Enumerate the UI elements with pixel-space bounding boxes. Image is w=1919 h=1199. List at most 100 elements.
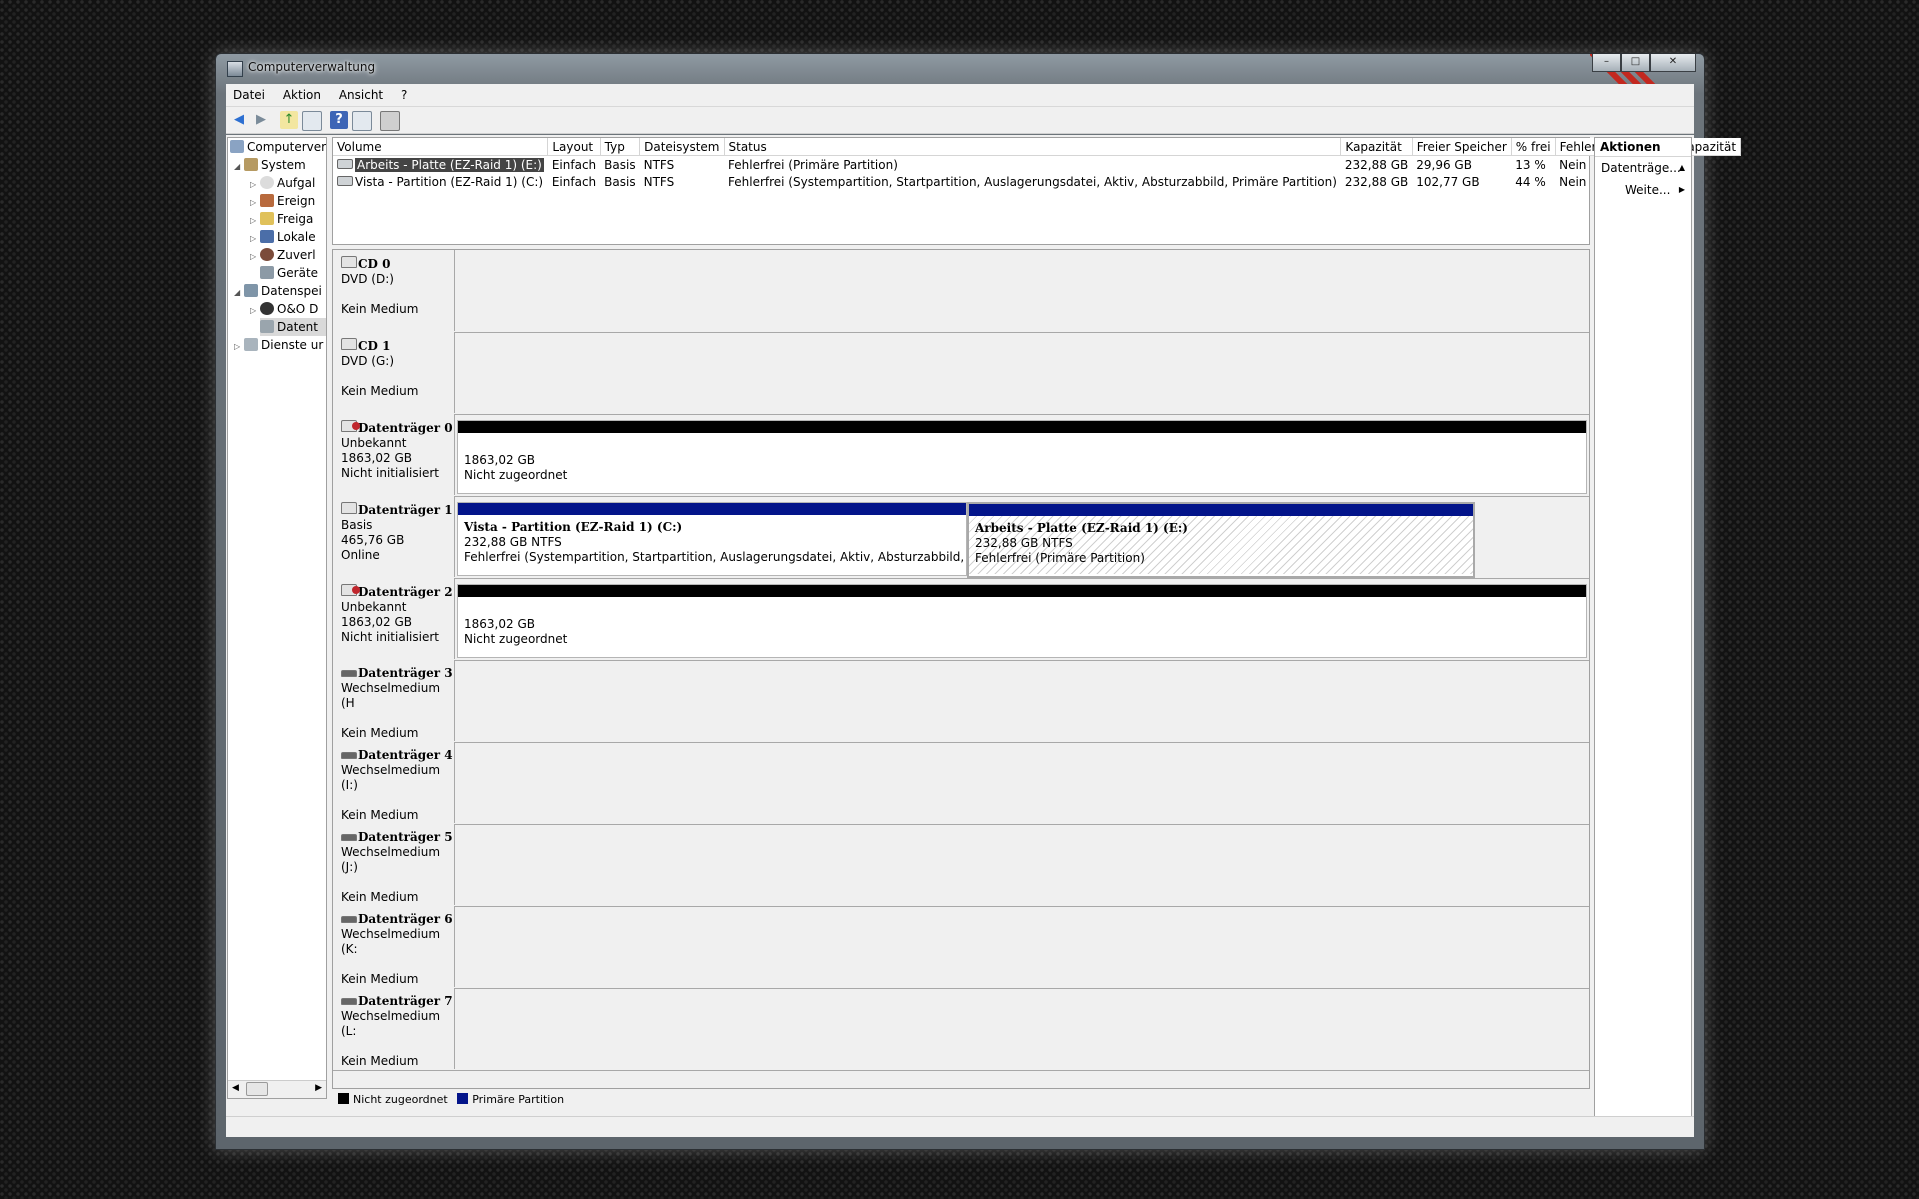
- column-header-dateisystem[interactable]: Dateisystem: [639, 138, 725, 156]
- actions-header: Aktionen: [1595, 138, 1691, 157]
- volume-list: Volume Layout Typ Dateisystem Status Kap…: [332, 137, 1742, 245]
- removable-drive-icon: [341, 916, 357, 923]
- column-header-kapazitaet[interactable]: Kapazität: [1340, 138, 1413, 156]
- column-header-layout[interactable]: Layout: [547, 138, 601, 156]
- reliability-icon: [260, 248, 274, 261]
- action-weitere-aktionen[interactable]: Weite... ▶: [1595, 179, 1691, 201]
- help-icon[interactable]: ?: [330, 111, 348, 129]
- disk-row-datentraeger-6[interactable]: Datenträger 6 Wechselmedium (K: Kein Med…: [333, 906, 1589, 989]
- collapsed-triangle-icon[interactable]: ▷: [250, 302, 260, 320]
- column-header-prozent-frei[interactable]: % frei: [1511, 138, 1556, 156]
- tree-item-dienste[interactable]: ▷ Dienste ur: [234, 336, 323, 354]
- title-bar[interactable]: Computerverwaltung – □ ✕: [216, 54, 1704, 84]
- menu-ansicht[interactable]: Ansicht: [332, 84, 390, 106]
- cd-drive-icon: [341, 256, 357, 268]
- computer-management-icon: [227, 61, 243, 77]
- shared-folders-icon: [260, 212, 274, 225]
- column-header-typ[interactable]: Typ: [600, 138, 641, 156]
- maximize-button[interactable]: □: [1621, 54, 1650, 72]
- drive-icon: [337, 158, 353, 169]
- column-header-status[interactable]: Status: [724, 138, 1342, 156]
- tree-item-ereignisanzeige[interactable]: ▷ Ereign: [250, 192, 315, 210]
- tree-item-lokale-benutzer[interactable]: ▷ Lokale: [250, 228, 316, 246]
- actions-pane: Aktionen Datenträge... ▲ Weite... ▶: [1594, 137, 1692, 1117]
- menu-bar: Datei Aktion Ansicht ?: [226, 84, 1694, 107]
- tree-horizontal-scrollbar[interactable]: ◀ ▶: [228, 1080, 326, 1098]
- expanded-triangle-icon[interactable]: ◢: [234, 158, 244, 176]
- menu-aktion[interactable]: Aktion: [276, 84, 328, 106]
- properties-icon[interactable]: [380, 111, 400, 131]
- tree-item-freigegebene-ordner[interactable]: ▷ Freiga: [250, 210, 313, 228]
- disk-error-icon: [341, 584, 360, 596]
- partition-unallocated[interactable]: 1863,02 GB Nicht zugeordnet: [457, 420, 1587, 494]
- status-bar: [226, 1116, 1694, 1137]
- collapsed-triangle-icon[interactable]: ▷: [234, 338, 244, 356]
- event-viewer-icon: [260, 194, 274, 207]
- tree-item-oo-defrag[interactable]: ▷ O&O D: [250, 300, 318, 318]
- tree-item-zuverlaessigkeit[interactable]: ▷ Zuverl: [250, 246, 316, 264]
- tree-item-computerverwaltung[interactable]: Computerverv: [230, 138, 326, 156]
- column-header-freier-speicher[interactable]: Freier Speicher: [1412, 138, 1512, 156]
- minimize-button[interactable]: –: [1592, 54, 1621, 72]
- disk-row-cd1[interactable]: CD 1 DVD (G:) Kein Medium: [333, 332, 1589, 415]
- legend-swatch-unallocated: [338, 1093, 349, 1104]
- partition-arbeits-e[interactable]: Arbeits - Platte (EZ-Raid 1) (E:) 232,88…: [967, 502, 1475, 578]
- computer-management-window: Computerverwaltung – □ ✕ Datei Aktion An…: [215, 53, 1742, 1150]
- tools-icon: [244, 158, 258, 171]
- action-datentraegerverwaltung[interactable]: Datenträge... ▲: [1595, 157, 1691, 179]
- device-manager-icon: [260, 266, 274, 279]
- disk-row-datentraeger-7[interactable]: Datenträger 7 Wechselmedium (L: Kein Med…: [333, 988, 1589, 1071]
- close-button[interactable]: ✕: [1650, 54, 1696, 72]
- disk-management-icon: [260, 320, 274, 333]
- removable-drive-icon: [341, 670, 357, 677]
- disk-row-datentraeger-5[interactable]: Datenträger 5 Wechselmedium (J:) Kein Me…: [333, 824, 1589, 907]
- drive-icon: [337, 175, 353, 186]
- computer-management-icon: [230, 140, 244, 153]
- toolbar: ◀ ▶ ↑ ?: [226, 107, 1694, 134]
- disk-row-cd0[interactable]: CD 0 DVD (D:) Kein Medium: [333, 250, 1589, 333]
- disk-map: CD 0 DVD (D:) Kein Medium CD 1 DVD (G:) …: [332, 249, 1590, 1089]
- legend-swatch-primary: [457, 1093, 469, 1104]
- scroll-thumb[interactable]: [246, 1082, 268, 1096]
- disk-row-datentraeger-0[interactable]: Datenträger 0 Unbekannt 1863,02 GB Nicht…: [333, 414, 1589, 497]
- disk-row-datentraeger-3[interactable]: Datenträger 3 Wechselmedium (H Kein Medi…: [333, 660, 1589, 743]
- cd-drive-icon: [341, 338, 357, 350]
- local-users-icon: [260, 230, 274, 243]
- disk-row-datentraeger-1[interactable]: Datenträger 1 Basis 465,76 GB Online Vis…: [333, 496, 1589, 579]
- menu-datei[interactable]: Datei: [226, 84, 272, 106]
- column-header-volume[interactable]: Volume: [333, 138, 549, 156]
- tree-item-datentraegerverwaltung[interactable]: Datent: [260, 318, 326, 336]
- tree-item-datenspeicher[interactable]: ◢ Datenspei: [234, 282, 322, 300]
- removable-drive-icon: [341, 998, 357, 1005]
- collapse-arrow-icon[interactable]: ▲: [1679, 157, 1685, 179]
- removable-drive-icon: [341, 752, 357, 759]
- task-scheduler-icon: [260, 176, 274, 189]
- disk-error-icon: [341, 420, 360, 432]
- scroll-left-icon[interactable]: ◀: [232, 1083, 239, 1093]
- disk-row-datentraeger-4[interactable]: Datenträger 4 Wechselmedium (I:) Kein Me…: [333, 742, 1589, 825]
- tree-item-geraete-manager[interactable]: Geräte: [260, 264, 318, 282]
- show-hide-tree-icon[interactable]: [302, 111, 322, 131]
- disk-icon: [341, 502, 357, 514]
- collapsed-triangle-icon[interactable]: ▷: [250, 248, 260, 266]
- scroll-right-icon[interactable]: ▶: [315, 1083, 322, 1093]
- expanded-triangle-icon[interactable]: ◢: [234, 284, 244, 302]
- menu-help[interactable]: ?: [394, 84, 414, 106]
- storage-icon: [244, 284, 258, 297]
- disk-row-datentraeger-2[interactable]: Datenträger 2 Unbekannt 1863,02 GB Nicht…: [333, 578, 1589, 661]
- forward-arrow-icon[interactable]: ▶: [252, 111, 270, 129]
- show-hide-action-pane-icon[interactable]: [352, 111, 372, 131]
- submenu-arrow-icon: ▶: [1678, 185, 1685, 194]
- legend: Nicht zugeordnet Primäre Partition: [332, 1091, 1588, 1109]
- partition-unallocated[interactable]: 1863,02 GB Nicht zugeordnet: [457, 584, 1587, 658]
- back-arrow-icon[interactable]: ◀: [230, 111, 248, 129]
- defrag-icon: [260, 302, 274, 315]
- table-row[interactable]: Vista - Partition (EZ-Raid 1) (C:) Einfa…: [333, 173, 1741, 190]
- window-title: Computerverwaltung: [248, 60, 376, 74]
- partition-vista-c[interactable]: Vista - Partition (EZ-Raid 1) (C:) 232,8…: [457, 502, 967, 576]
- tree-item-system[interactable]: ◢ System: [234, 156, 306, 174]
- up-folder-icon[interactable]: ↑: [280, 111, 298, 129]
- tree-item-aufgabenplanung[interactable]: ▷ Aufgal: [250, 174, 315, 192]
- table-row[interactable]: Arbeits - Platte (EZ-Raid 1) (E:) Einfac…: [333, 156, 1741, 174]
- removable-drive-icon: [341, 834, 357, 841]
